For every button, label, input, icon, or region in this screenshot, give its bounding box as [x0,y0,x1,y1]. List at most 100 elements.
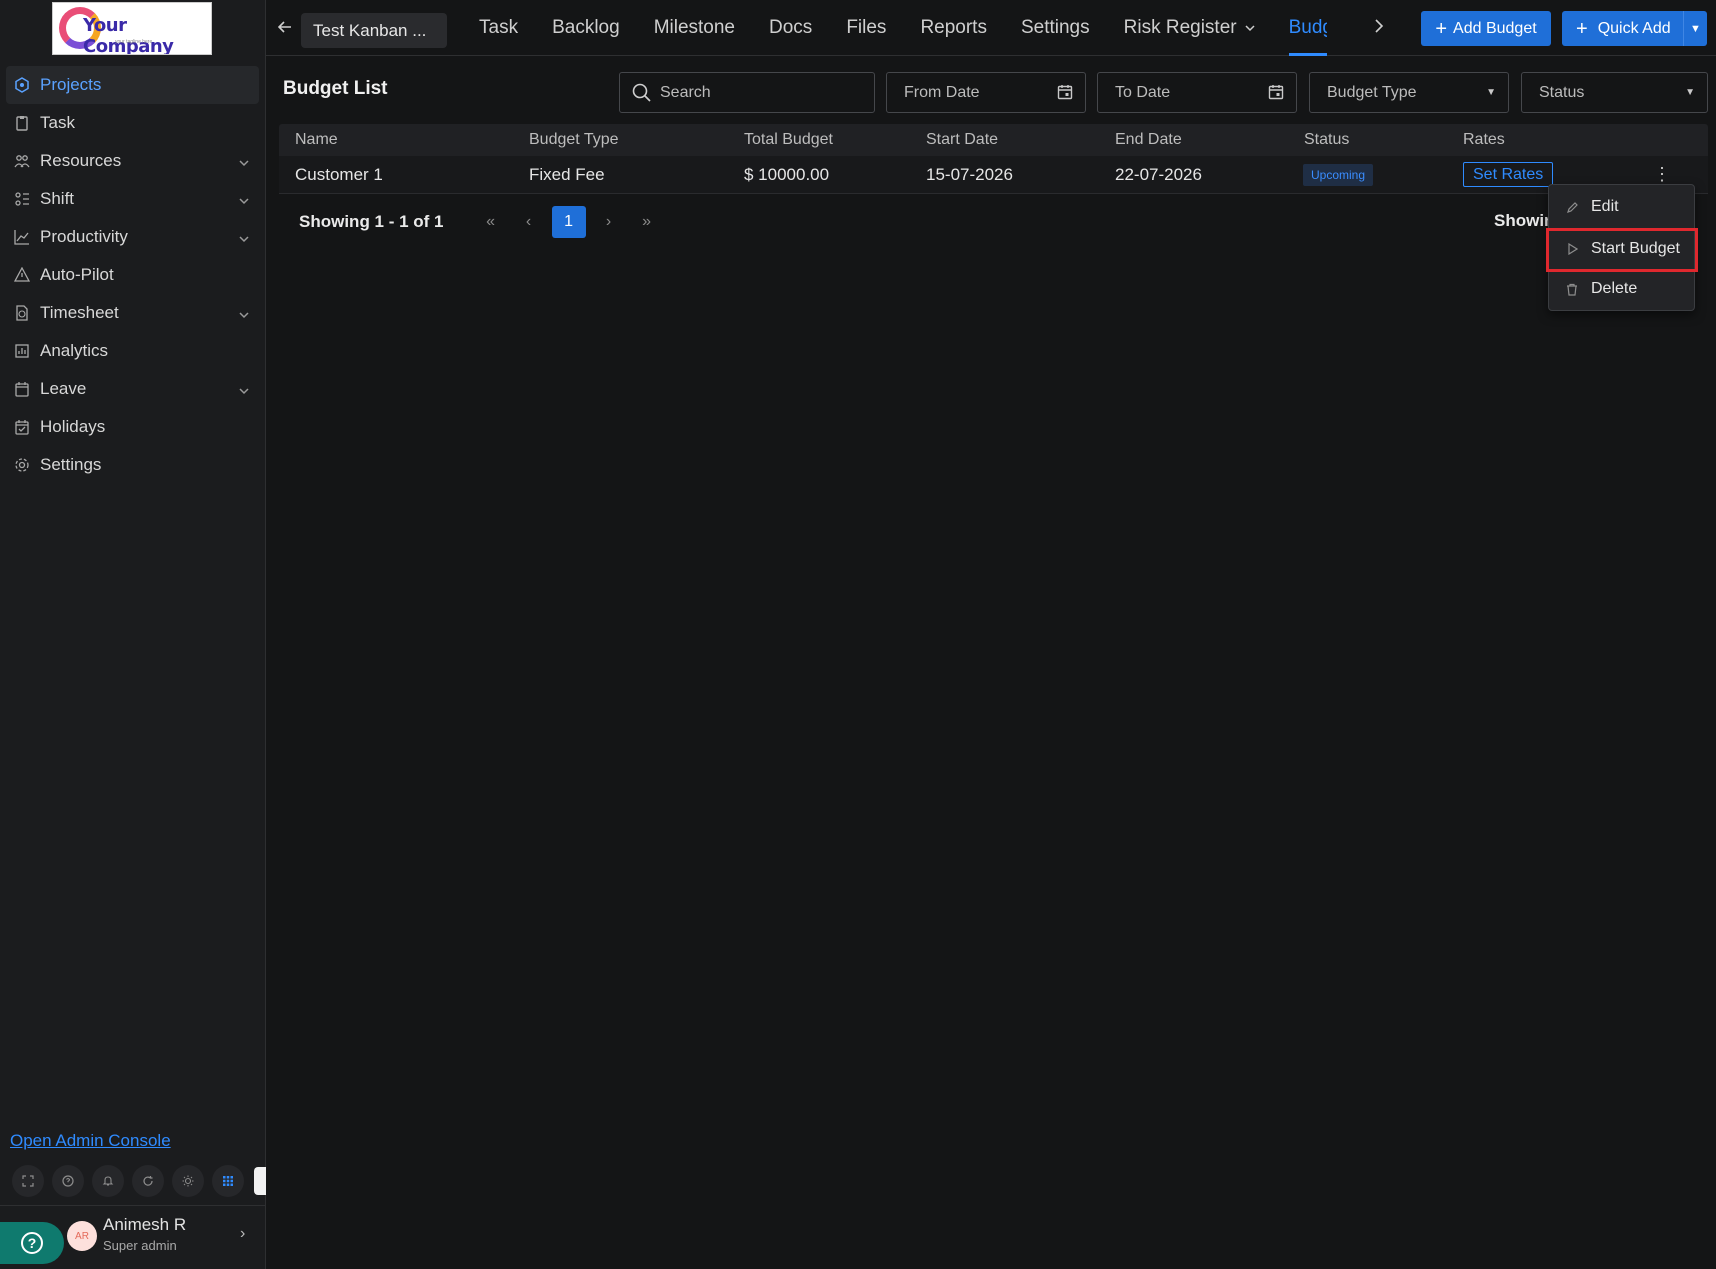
status-cell: Upcoming [1303,156,1374,193]
chevron-down-icon [239,305,249,325]
collapse-sidebar-handle[interactable] [254,1167,266,1195]
first-page-icon[interactable]: « [476,213,506,231]
showing-text-right: Showing [1494,211,1550,230]
to-date-placeholder: To Date [1115,83,1171,101]
task-icon [14,115,30,131]
back-arrow-icon[interactable] [277,18,292,39]
sun-icon[interactable] [172,1165,204,1197]
from-date-field[interactable]: From Date [886,72,1086,113]
to-date-field[interactable]: To Date [1097,72,1297,113]
auto-pilot-icon [14,267,30,283]
project-header: Test Kanban ... Task Backlog Milestone D… [266,0,1716,56]
sidebar-item-label: Task [40,113,75,132]
timesheet-icon [14,305,30,321]
sidebar-item-label: Productivity [40,227,128,246]
sidebar-toolbar [12,1165,244,1199]
set-rates-button[interactable]: Set Rates [1463,162,1554,187]
calendar-icon[interactable] [1057,84,1073,105]
sidebar: Your Company your tagline here Projects … [0,0,266,1269]
analytics-icon [14,343,30,359]
sidebar-item-productivity[interactable]: Productivity [6,218,259,256]
quick-add-label: Quick Add [1597,19,1671,37]
project-tabs: Task Backlog Milestone Docs Files Report… [479,0,1361,56]
caret-down-icon: ▼ [1685,87,1695,98]
question-icon: ? [21,1232,43,1254]
productivity-icon [14,229,30,245]
gear-icon [14,457,30,473]
sidebar-item-settings[interactable]: Settings [6,446,259,484]
chevron-down-icon [239,153,249,173]
sidebar-item-auto-pilot[interactable]: Auto-Pilot [6,256,259,294]
sidebar-item-projects[interactable]: Projects [6,66,259,104]
tab-backlog[interactable]: Backlog [552,0,620,56]
sidebar-item-label: Settings [40,455,102,474]
sidebar-item-label: Holidays [40,417,106,436]
column-header-start-date: Start Date [926,131,999,148]
sidebar-item-label: Timesheet [40,303,119,322]
sidebar-item-resources[interactable]: Resources [6,142,259,180]
tab-settings[interactable]: Settings [1021,0,1090,56]
tab-milestone[interactable]: Milestone [654,0,735,56]
cell-end-date: 22-07-2026 [1115,164,1202,184]
next-page-icon[interactable]: › [594,213,624,231]
column-header-total-budget: Total Budget [744,131,833,148]
tab-label: Budget [1288,17,1327,38]
tab-label: Risk Register [1123,17,1237,38]
menu-item-edit[interactable]: Edit [1549,187,1696,227]
apps-grid-icon[interactable] [212,1165,244,1197]
sidebar-item-holidays[interactable]: Holidays [6,408,259,446]
pagination-summary: Showing 1 - 1 of 1 [299,212,444,231]
sidebar-item-label: Auto-Pilot [40,265,114,284]
search-input[interactable]: Search [619,72,875,113]
bell-icon[interactable] [92,1165,124,1197]
budget-type-placeholder: Budget Type [1327,83,1417,101]
calendar-icon[interactable] [1268,84,1284,105]
sidebar-item-leave[interactable]: Leave [6,370,259,408]
add-budget-label: Add Budget [1453,19,1537,37]
caret-down-icon: ▼ [1486,87,1496,98]
avatar[interactable]: AR [67,1221,97,1251]
chevron-down-icon [1245,23,1255,33]
search-placeholder: Search [660,83,711,101]
open-admin-console-link[interactable]: Open Admin Console [10,1131,171,1151]
previous-page-icon[interactable]: ‹ [514,213,544,231]
last-page-icon[interactable]: » [632,213,662,231]
help-button[interactable]: ? [0,1222,64,1264]
menu-item-delete[interactable]: Delete [1549,269,1696,309]
caret-down-icon[interactable]: ▼ [1683,11,1707,46]
refresh-icon[interactable] [132,1165,164,1197]
budget-table: Name Budget Type Total Budget Start Date… [279,124,1708,194]
project-name[interactable]: Test Kanban ... [301,13,447,48]
company-logo[interactable]: Your Company your tagline here [52,2,212,55]
search-icon [632,83,651,107]
status-badge: Upcoming [1303,163,1374,186]
budget-type-select[interactable]: Budget Type ▼ [1309,72,1509,113]
user-role: Super admin [103,1238,177,1253]
add-budget-button[interactable]: + Add Budget [1421,11,1551,46]
sidebar-item-timesheet[interactable]: Timesheet [6,294,259,332]
chevron-right-icon[interactable]: › [240,1225,245,1243]
table-row[interactable]: Customer 1 Fixed Fee $ 10000.00 15-07-20… [279,156,1708,194]
tab-budget[interactable]: Budget [1288,0,1327,56]
page-button[interactable]: 1 [551,206,586,238]
tab-risk-register[interactable]: Risk Register [1124,0,1255,56]
tab-files[interactable]: Files [846,0,886,56]
tabs-scroll-right-icon[interactable] [1374,17,1384,38]
projects-icon [14,77,30,93]
sidebar-item-label: Shift [40,189,75,208]
tab-task[interactable]: Task [479,0,518,56]
sidebar-item-task[interactable]: Task [6,104,259,142]
help-circle-icon[interactable] [52,1165,84,1197]
tab-docs[interactable]: Docs [769,0,812,56]
sidebar-item-label: Projects [40,75,102,94]
tab-reports[interactable]: Reports [920,0,987,56]
status-select[interactable]: Status ▼ [1521,72,1708,113]
fullscreen-icon[interactable] [12,1165,44,1197]
leave-icon [14,381,30,397]
sidebar-item-analytics[interactable]: Analytics [6,332,259,370]
column-header-budget-type: Budget Type [529,131,619,148]
column-header-rates: Rates [1463,131,1505,148]
shift-icon [14,191,30,207]
sidebar-item-shift[interactable]: Shift [6,180,259,218]
quick-add-button[interactable]: + Quick Add ▼ [1562,11,1707,46]
